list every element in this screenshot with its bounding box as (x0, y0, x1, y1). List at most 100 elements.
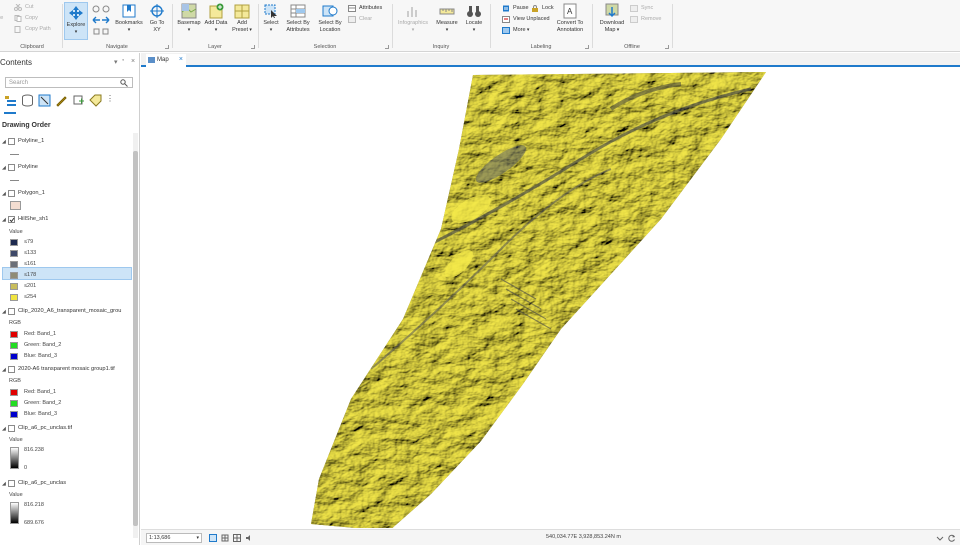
convert-to-annotation-button[interactable]: A Convert To Annotation (552, 3, 588, 33)
select-by-location-label: Select By Location (318, 20, 342, 33)
hillshade-class-swatch[interactable] (10, 272, 18, 279)
clear-selection-button[interactable]: Clear (348, 15, 372, 24)
contents-scrollbar[interactable] (133, 133, 138, 538)
green-band-swatch[interactable] (10, 342, 18, 349)
basemap-button[interactable]: Basemap ▾ (175, 3, 203, 33)
blue-band-swatch[interactable] (10, 411, 18, 418)
map-view[interactable] (141, 69, 960, 528)
add-preset-button[interactable]: Add Preset ▾ (229, 3, 255, 33)
expand-arrow-icon[interactable]: ◢ (2, 217, 6, 223)
layer-visibility-checkbox[interactable] (8, 164, 15, 171)
locate-button[interactable]: Locate ▾ (462, 3, 486, 33)
expand-arrow-icon[interactable]: ◢ (2, 481, 6, 487)
select-by-attributes-button[interactable]: Select By Attributes (283, 3, 313, 33)
hillshade-class-swatch[interactable] (10, 294, 18, 301)
more-label: More (513, 27, 526, 33)
layer-visibility-checkbox[interactable] (8, 190, 15, 197)
fixed-extent-icon[interactable] (209, 534, 217, 542)
go-to-xy-button[interactable]: Go To XY (146, 3, 168, 33)
close-tab-icon[interactable]: × (179, 54, 183, 66)
add-data-button[interactable]: Add Data ▾ (204, 3, 228, 33)
map-scale-dropdown[interactable]: 1:13,686 ▾ (146, 533, 202, 543)
basemap-icon (181, 3, 197, 19)
layer-visibility-checkbox[interactable] (8, 366, 15, 373)
layer-2020-a6-mosaic[interactable]: 2020-A6 transparent mosaic group1.tif (18, 366, 132, 372)
layer-clip-2020-mosaic[interactable]: Clip_2020_A6_transparent_mosaic_grou (18, 308, 132, 314)
expand-arrow-icon[interactable]: ◢ (2, 309, 6, 315)
list-by-labeling-icon[interactable] (89, 94, 102, 107)
sync-button[interactable]: Sync (630, 4, 653, 13)
hillshade-class-swatch[interactable] (10, 250, 18, 257)
list-by-source-icon[interactable] (21, 94, 34, 107)
green-band-swatch[interactable] (10, 400, 18, 407)
hillshade-class-swatch[interactable] (10, 283, 18, 290)
list-by-selection-icon[interactable] (38, 94, 51, 107)
select-button[interactable]: Select ▾ (260, 3, 282, 33)
offline-launcher-icon[interactable] (665, 45, 669, 49)
layer-launcher-icon[interactable] (251, 45, 255, 49)
polygon-symbol (10, 201, 21, 210)
list-by-drawing-order-icon[interactable] (4, 94, 17, 107)
layer-visibility-checkbox[interactable] (8, 308, 15, 315)
select-by-location-button[interactable]: Select By Location (314, 3, 346, 33)
red-band-swatch[interactable] (10, 331, 18, 338)
download-map-button[interactable]: Download Map ▾ (595, 3, 629, 33)
remove-button[interactable]: Remove (630, 15, 661, 24)
red-band-swatch[interactable] (10, 389, 18, 396)
expand-arrow-icon[interactable]: ◢ (2, 367, 6, 373)
clipboard-group: Cut Copy Copy Path ste Clipboard (0, 0, 64, 52)
bookmarks-button[interactable]: Bookmarks ▾ (114, 3, 144, 33)
stretch-gradient-swatch[interactable] (10, 502, 19, 524)
coordinate-format-icon[interactable] (936, 534, 944, 542)
search-icon[interactable] (120, 79, 128, 87)
pin-icon[interactable]: ᐤ (122, 58, 124, 65)
blue-band-swatch[interactable] (10, 353, 18, 360)
layer-hillshade[interactable]: HillShe_sh1 (18, 216, 48, 222)
selection-launcher-icon[interactable] (385, 45, 389, 49)
view-unplaced-button[interactable]: View Unplaced (502, 15, 550, 24)
copy-button[interactable]: Copy (14, 14, 38, 23)
hillshade-class-swatch[interactable] (10, 239, 18, 246)
layer-visibility-checkbox[interactable] (8, 138, 15, 145)
layer-clip-a6-unclas[interactable]: Clip_a6_pc_unclas (18, 480, 66, 486)
layer-polyline1[interactable]: Polyline_1 (18, 138, 44, 144)
layer-visibility-checkbox[interactable] (8, 480, 15, 487)
pane-options-icon[interactable]: ▾ (114, 58, 118, 66)
layer-visibility-checkbox[interactable] (8, 425, 15, 432)
layer-visibility-checkbox-checked[interactable] (8, 216, 15, 223)
pause-button[interactable]: Pause (502, 4, 529, 13)
labeling-launcher-icon[interactable] (585, 45, 589, 49)
stretch-gradient-swatch[interactable] (10, 447, 19, 469)
expand-arrow-icon[interactable]: ◢ (2, 426, 6, 432)
list-by-perspective-icon[interactable]: ⋮ (106, 94, 119, 107)
contents-search-input[interactable]: Search (5, 77, 133, 88)
hillshade-class-swatch[interactable] (10, 261, 18, 268)
measure-button[interactable]: Measure ▾ (434, 3, 460, 33)
active-tool-indicator (4, 112, 16, 114)
tab-map[interactable]: Map × (146, 54, 186, 67)
expand-arrow-icon[interactable]: ◢ (2, 139, 6, 145)
infographics-button[interactable]: Infographics ▾ (394, 3, 432, 33)
locate-binoculars-icon (467, 6, 481, 17)
fixed-scale-icon[interactable] (221, 534, 229, 542)
layer-polygon1[interactable]: Polygon_1 (18, 190, 45, 196)
layer-polyline[interactable]: Polyline (18, 164, 38, 170)
lock-button[interactable]: Lock (531, 4, 554, 13)
attributes-button[interactable]: Attributes (348, 4, 382, 13)
close-pane-icon[interactable]: × (131, 58, 135, 65)
expand-arrow-icon[interactable]: ◢ (2, 191, 6, 197)
refresh-icon[interactable] (948, 534, 956, 542)
blue-band-label: Blue: Band_3 (24, 353, 58, 359)
list-by-snapping-icon[interactable] (72, 94, 85, 107)
layer-clip-a6-tif[interactable]: Clip_a6_pc_unclas.tif (18, 425, 72, 431)
grid-icon[interactable] (233, 534, 241, 542)
expand-arrow-icon[interactable]: ◢ (2, 165, 6, 171)
sound-icon[interactable] (245, 534, 253, 542)
scrollbar-thumb[interactable] (133, 151, 138, 526)
cut-button[interactable]: Cut (14, 3, 34, 12)
navigate-launcher-icon[interactable] (165, 45, 169, 49)
list-by-editing-icon[interactable] (55, 94, 68, 107)
explore-button[interactable]: Explore ▾ (64, 2, 88, 40)
copy-path-button[interactable]: Copy Path (14, 25, 51, 34)
more-button[interactable]: More ▾ (502, 26, 529, 35)
